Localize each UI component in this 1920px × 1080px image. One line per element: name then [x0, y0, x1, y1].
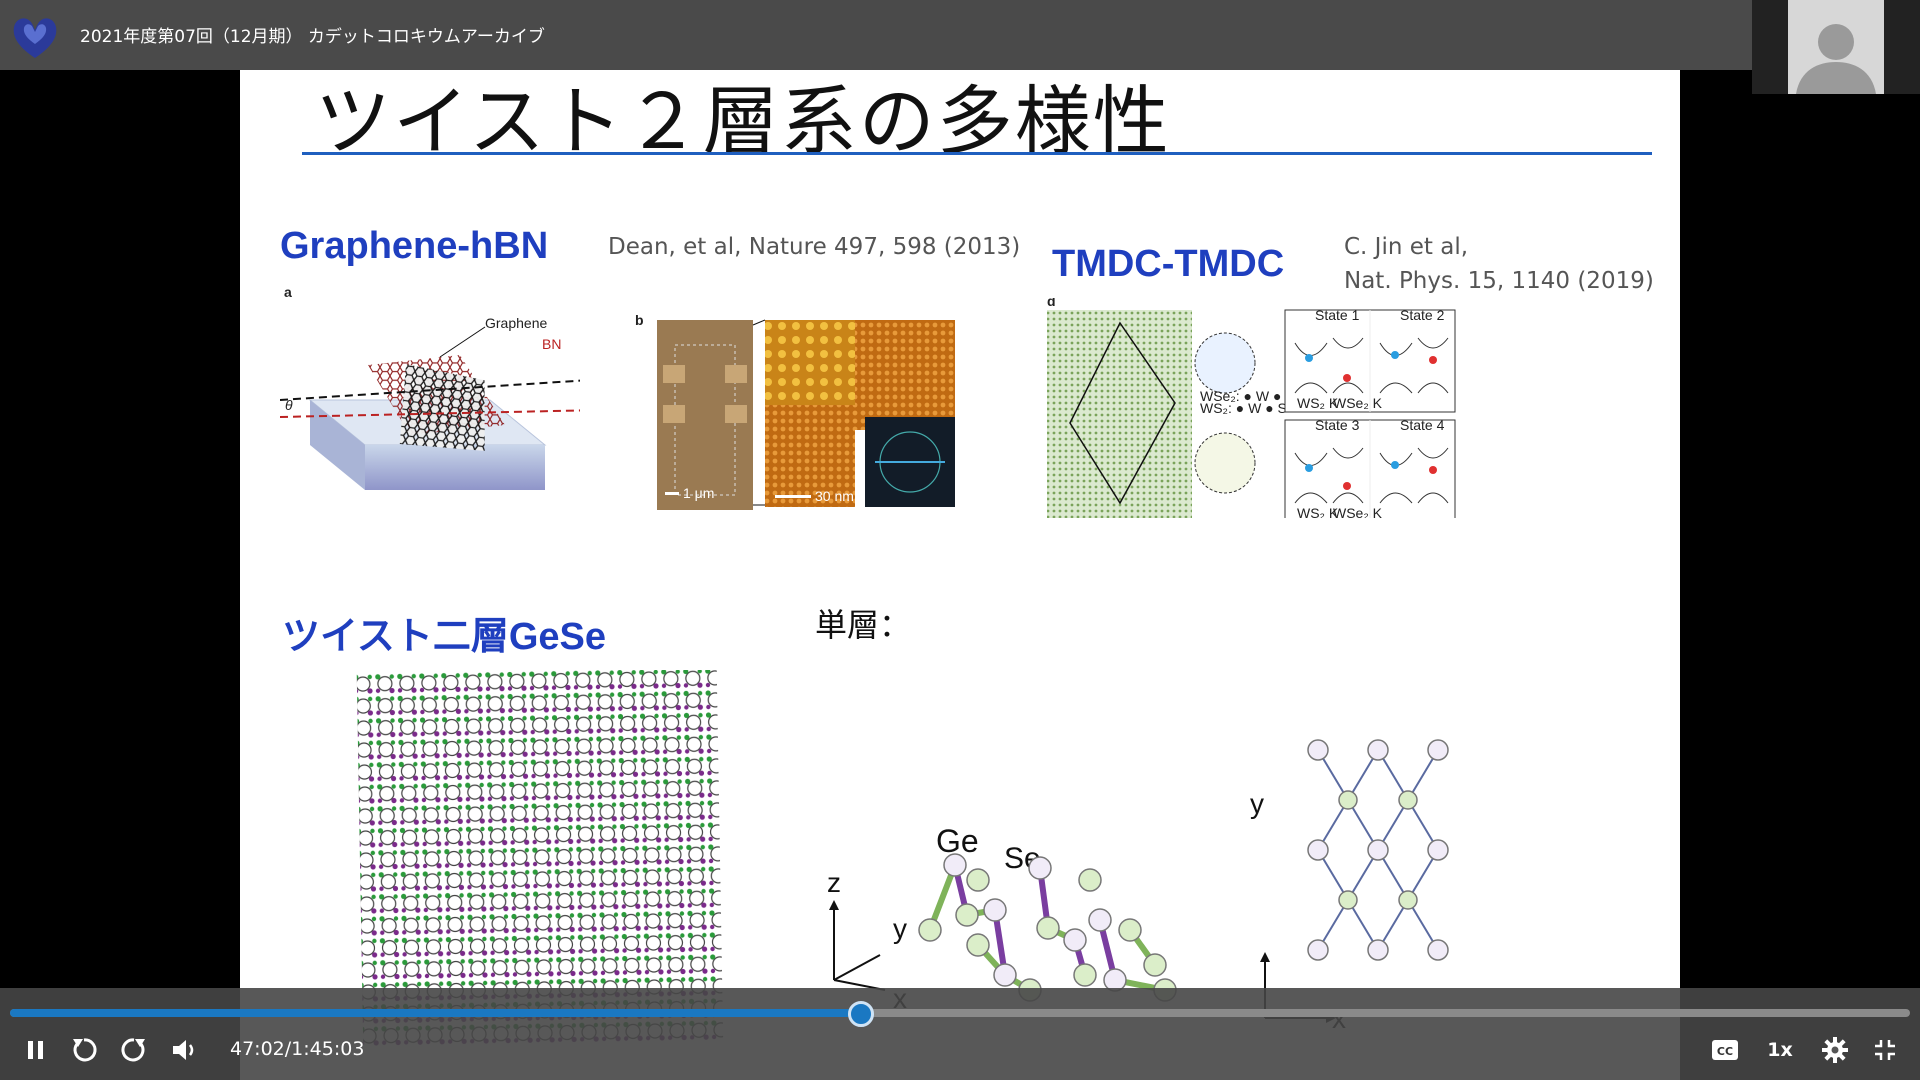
- state-2-label: State 2: [1400, 307, 1445, 323]
- exit-fullscreen-icon: [1875, 1040, 1895, 1060]
- video-title: 2021年度第07回（12月期） カデットコロキウムアーカイブ: [80, 27, 545, 47]
- label-axis-y: y: [893, 913, 907, 944]
- citation-jin-line-2: Nat. Phys. 15, 1140 (2019): [1344, 268, 1654, 294]
- playback-speed-button[interactable]: 1x: [1765, 1036, 1795, 1064]
- progress-played: [10, 1009, 862, 1017]
- figure-label-d: d: [1047, 298, 1056, 309]
- forward-button[interactable]: [118, 1036, 150, 1064]
- scale-bar-30nm: 30 nm: [815, 488, 854, 504]
- scale-bar-1um: 1 μm: [683, 485, 714, 501]
- avatar: [1788, 0, 1884, 94]
- player-top-bar: 2021年度第07回（12月期） カデットコロキウムアーカイブ: [0, 0, 1920, 70]
- label-axis-z: z: [827, 867, 841, 898]
- pause-button[interactable]: [22, 1036, 50, 1064]
- figure-tmdc-moire: d WSe₂: ● W ● Se WS₂: ● W ● S State 1 St…: [1047, 298, 1456, 518]
- citation-jin: C. Jin et al, Nat. Phys. 15, 1140 (2019): [1344, 230, 1654, 298]
- playback-time: 47:02/1:45:03: [230, 1038, 365, 1060]
- closed-captions-button[interactable]: CC: [1710, 1036, 1740, 1064]
- volume-button[interactable]: [170, 1036, 200, 1064]
- citation-jin-line-1: C. Jin et al,: [1344, 234, 1469, 260]
- closed-captions-icon: CC: [1712, 1040, 1738, 1060]
- slide-title: ツイスト２層系の多様性: [315, 77, 1171, 166]
- section-label-tmdc: TMDC-TMDC: [1052, 243, 1285, 285]
- university-logo-icon: [13, 18, 57, 59]
- rewind-button[interactable]: [68, 1036, 100, 1064]
- label-axis-y2: y: [1250, 788, 1264, 819]
- presenter-camera: [1752, 0, 1920, 94]
- figure-label-a: a: [284, 285, 292, 300]
- label-graphene: Graphene: [485, 315, 547, 331]
- progress-bar[interactable]: [10, 1009, 1910, 1017]
- label-bn: BN: [542, 336, 561, 352]
- wse2k-label-1: WSe₂ K: [1333, 395, 1383, 411]
- exit-fullscreen-button[interactable]: [1870, 1036, 1900, 1064]
- person-icon: [1796, 24, 1876, 94]
- forward-icon: [121, 1038, 145, 1062]
- section-label-graphene-hbn: Graphene-hBN: [280, 225, 549, 267]
- label-theta: θ: [285, 397, 293, 413]
- figure-label-b: b: [635, 312, 644, 328]
- figure-gese-side-view: Ge Se z y x: [827, 823, 1177, 1014]
- citation-dean: Dean, et al, Nature 497, 598 (2013): [608, 234, 1021, 260]
- progress-scrubber-handle[interactable]: [848, 1001, 875, 1027]
- state-3-label: State 3: [1315, 417, 1360, 433]
- figure-afm-images: b 1 μm 30 nm: [635, 312, 955, 510]
- wse2k-label-3: WSe₂ K: [1333, 505, 1383, 518]
- figure-graphene-hbn-device: a Graphene BN θ: [280, 285, 580, 490]
- section-label-twisted-gese: ツイスト二層GeSe: [282, 616, 607, 658]
- monolayer-label: 単層：: [815, 606, 912, 644]
- state-1-label: State 1: [1315, 307, 1360, 323]
- legend-ws2: WS₂: ● W ● S: [1200, 400, 1287, 416]
- pause-icon: [28, 1041, 43, 1059]
- svg-text:CC: CC: [1717, 1045, 1733, 1058]
- slide: ツイスト２層系の多様性 Graphene-hBN Dean, et al, Na…: [240, 70, 1680, 1080]
- volume-icon: [173, 1040, 194, 1060]
- player-control-bar: [0, 988, 1920, 1080]
- title-divider: [302, 152, 1652, 155]
- rewind-icon: [73, 1038, 97, 1062]
- state-4-label: State 4: [1400, 417, 1445, 433]
- gear-icon: [1822, 1037, 1848, 1063]
- settings-button[interactable]: [1820, 1036, 1850, 1064]
